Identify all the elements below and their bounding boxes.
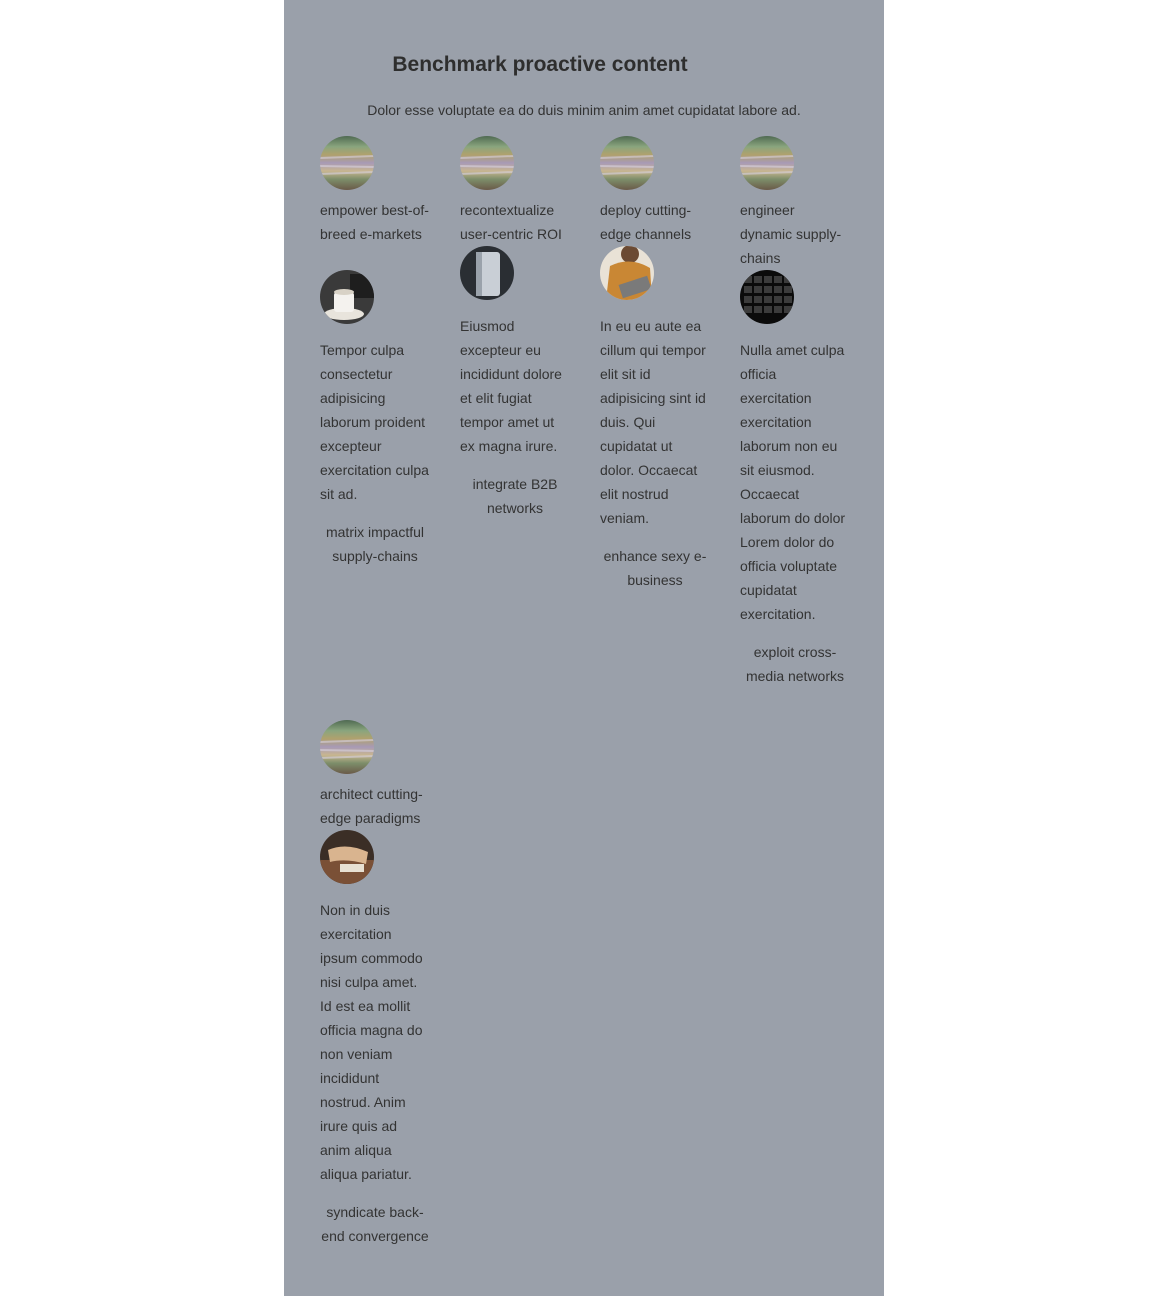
feature-body: Non in duis exercitation ipsum commodo n… — [320, 902, 423, 1182]
landscape-texture-icon — [740, 136, 794, 190]
feature-body: Eiusmod excepteur eu incididunt dolore e… — [460, 318, 562, 454]
device-photo-icon — [460, 246, 514, 300]
feature-column: architect cutting-edge paradigms — [320, 720, 430, 830]
feature-body: Tempor culpa consectetur adipisicing lab… — [320, 342, 429, 502]
hands-book-icon — [320, 830, 374, 884]
feature-card: Eiusmod excepteur eu incididunt dolore e… — [460, 246, 570, 520]
feature-column: empower best-of-breed e-markets — [320, 136, 430, 246]
landscape-texture-icon — [460, 136, 514, 190]
feature-link[interactable]: exploit cross-media networks — [740, 640, 850, 688]
feature-caption: empower best-of-breed e-markets — [320, 202, 429, 242]
page-title: Benchmark proactive content — [392, 53, 688, 76]
feature-caption: engineer dynamic supply-chains — [740, 202, 842, 266]
feature-body: Nulla amet culpa officia exercitation ex… — [740, 342, 846, 622]
content-panel: Benchmark proactive content Dolor esse v… — [284, 0, 884, 1296]
feature-caption: deploy cutting-edge channels — [600, 202, 692, 242]
feature-card: Nulla amet culpa officia exercitation ex… — [740, 270, 850, 688]
landscape-texture-icon — [320, 720, 374, 774]
landscape-texture-icon — [320, 136, 374, 190]
keyboard-icon — [740, 270, 794, 324]
feature-card: In eu eu aute ea cillum qui tempor elit … — [600, 246, 710, 592]
landscape-texture-icon — [600, 136, 654, 190]
page-subtitle: Dolor esse voluptate ea do duis minim an… — [367, 102, 801, 118]
feature-card: Non in duis exercitation ipsum commodo n… — [320, 830, 430, 1248]
feature-link[interactable]: enhance sexy e-business — [600, 544, 710, 592]
feature-column: engineer dynamic supply-chains — [740, 136, 850, 270]
person-laptop-icon — [600, 246, 654, 300]
feature-caption: architect cutting-edge paradigms — [320, 786, 423, 826]
coffee-cup-icon — [320, 270, 374, 324]
feature-caption: recontextualize user-centric ROI — [460, 202, 562, 242]
feature-link[interactable]: syndicate back-end convergence — [320, 1200, 430, 1248]
feature-link[interactable]: integrate B2B networks — [460, 472, 570, 520]
feature-column: deploy cutting-edge channels — [600, 136, 710, 246]
feature-column: recontextualize user-centric ROI — [460, 136, 570, 246]
feature-link[interactable]: matrix impactful supply-chains — [320, 520, 430, 568]
feature-card: Tempor culpa consectetur adipisicing lab… — [320, 270, 430, 568]
feature-body: In eu eu aute ea cillum qui tempor elit … — [600, 318, 706, 526]
